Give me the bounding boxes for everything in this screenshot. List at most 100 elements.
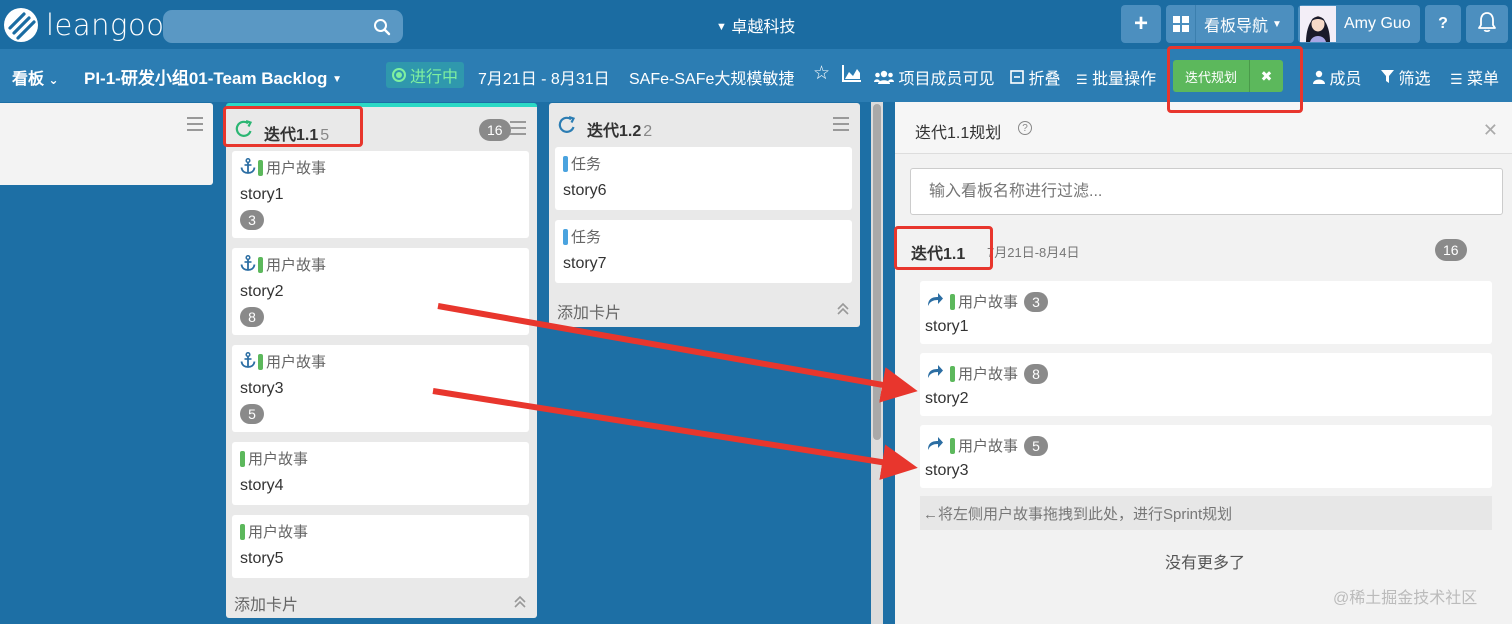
list-icon: ☰ (1076, 72, 1088, 87)
filter-icon (1381, 70, 1398, 88)
share-arrow-icon (926, 435, 944, 456)
visibility-label: 项目成员可见 (898, 71, 995, 88)
column-title[interactable]: 迭代1.2 2 (587, 117, 652, 141)
card-type-label: 用户故事 (266, 160, 327, 177)
card-type: 用户故事 (240, 521, 308, 542)
type-color-bar (258, 353, 263, 370)
type-color-bar (240, 523, 245, 540)
story-card[interactable]: 用户故事 story2 8 (232, 248, 529, 335)
visibility-button[interactable]: 项目成员可见 (874, 65, 994, 89)
card-title: story2 (925, 390, 969, 407)
collapse-up-icon[interactable] (513, 595, 527, 614)
help-icon[interactable]: ? (1018, 121, 1032, 135)
card-type: 任务 (563, 226, 601, 247)
card-type-label: 用户故事 (958, 438, 1019, 455)
grid-icon (1166, 5, 1196, 43)
card-type: 用户故事 (240, 254, 326, 275)
close-icon[interactable]: ✕ (1483, 120, 1498, 141)
board-name: PI-1-研发小组01-Team Backlog (84, 69, 328, 88)
column-header: 迭代1.2 2 (549, 103, 860, 147)
story-points-badge: 8 (240, 307, 264, 327)
board-filter-input[interactable] (910, 168, 1503, 215)
task-card[interactable]: 任务 story7 (555, 220, 852, 283)
project-name[interactable]: SAFe-SAFe大规模敏捷 (629, 65, 794, 89)
story-card[interactable]: 用户故事 story4 (232, 442, 529, 505)
board-scrollbar[interactable] (871, 102, 883, 624)
card-type: 用户故事 3 (950, 291, 1049, 312)
star-icon[interactable]: ☆ (813, 62, 830, 85)
type-color-bar (950, 293, 955, 310)
card-type-label: 用户故事 (248, 451, 309, 468)
status-badge[interactable]: 进行中 (386, 62, 465, 88)
story-points-badge: 3 (240, 210, 264, 230)
points-badge: 16 (479, 119, 511, 141)
card-type-label: 用户故事 (958, 366, 1019, 383)
board-nav-button[interactable]: 看板导航 ▼ (1166, 5, 1294, 43)
help-icon: ? (1438, 15, 1448, 32)
logo-text: leangoo (46, 8, 165, 42)
backlog-column (0, 103, 213, 185)
user-menu[interactable]: Amy Guo (1298, 5, 1420, 43)
column-name: 迭代1.2 (587, 123, 642, 140)
card-title: story4 (240, 477, 284, 494)
add-card-button[interactable]: 添加卡片 (557, 299, 621, 323)
type-color-bar (563, 155, 568, 172)
points-badge: 16 (1435, 239, 1467, 261)
type-color-bar (258, 256, 263, 273)
users-icon (874, 70, 898, 88)
status-label: 进行中 (410, 69, 459, 86)
type-color-bar (258, 159, 263, 176)
org-switcher[interactable]: ▼ 卓越科技 (716, 13, 795, 37)
board-menu[interactable]: 看板 ⌄ (12, 65, 59, 89)
avatar (1300, 6, 1336, 42)
sprint-cycle-icon (557, 115, 577, 140)
planned-story-card[interactable]: 用户故事 8 story2 (920, 353, 1492, 416)
card-title: story6 (563, 182, 607, 199)
annotation-box (223, 106, 363, 147)
type-color-bar (563, 228, 568, 245)
card-type: 用户故事 (240, 448, 308, 469)
anchor-icon (240, 351, 256, 372)
search-input[interactable] (163, 10, 403, 43)
batch-label: 批量操作 (1092, 71, 1157, 88)
add-button[interactable]: + (1121, 5, 1161, 43)
help-button[interactable]: ? (1425, 5, 1461, 43)
collapse-up-icon[interactable] (836, 302, 850, 321)
notifications-button[interactable] (1466, 5, 1508, 43)
task-card[interactable]: 任务 story6 (555, 147, 852, 210)
story-card[interactable]: 用户故事 story5 (232, 515, 529, 578)
column-menu-icon[interactable] (187, 117, 203, 135)
date-range: 7月21日 - 8月31日 (478, 71, 610, 88)
fold-button[interactable]: 折叠 (1010, 65, 1060, 89)
card-type-label: 用户故事 (958, 294, 1019, 311)
drop-zone-hint[interactable]: ←将左侧用户故事拖拽到此处，进行Sprint规划 (920, 496, 1492, 530)
filter-button[interactable]: 筛选 (1381, 65, 1430, 89)
story-card[interactable]: 用户故事 story1 3 (232, 151, 529, 238)
menu-button[interactable]: ☰ 菜单 (1450, 65, 1499, 89)
card-type-label: 用户故事 (248, 524, 309, 541)
planned-story-card[interactable]: 用户故事 5 story3 (920, 425, 1492, 488)
board-nav-label: 看板导航 (1204, 18, 1269, 35)
search-icon[interactable] (373, 18, 391, 41)
logo[interactable]: leangoo (4, 8, 164, 42)
planned-story-card[interactable]: 用户故事 3 story1 (920, 281, 1492, 344)
share-arrow-icon (926, 291, 944, 312)
column-menu-icon[interactable] (510, 121, 526, 139)
members-button[interactable]: 成员 (1313, 65, 1361, 89)
card-title: story3 (925, 462, 969, 479)
leangoo-logo-icon (4, 8, 38, 42)
card-title: story3 (240, 380, 284, 397)
chart-icon[interactable] (842, 64, 862, 87)
card-title: story5 (240, 550, 284, 567)
top-bar: leangoo ▼ 卓越科技 + 看板导航 ▼ Amy Guo ? (0, 0, 1512, 49)
hamburger-icon: ☰ (1450, 71, 1463, 87)
add-card-button[interactable]: 添加卡片 (234, 591, 298, 615)
panel-title: 迭代1.1规划 (915, 125, 1002, 142)
board-title[interactable]: PI-1-研发小组01-Team Backlog ▼ (84, 64, 342, 89)
share-arrow-icon (926, 363, 944, 384)
column-menu-icon[interactable] (833, 117, 849, 135)
story-card[interactable]: 用户故事 story3 5 (232, 345, 529, 432)
type-color-bar (950, 437, 955, 454)
card-type-label: 任务 (571, 156, 602, 173)
batch-button[interactable]: ☰ 批量操作 (1076, 65, 1156, 89)
